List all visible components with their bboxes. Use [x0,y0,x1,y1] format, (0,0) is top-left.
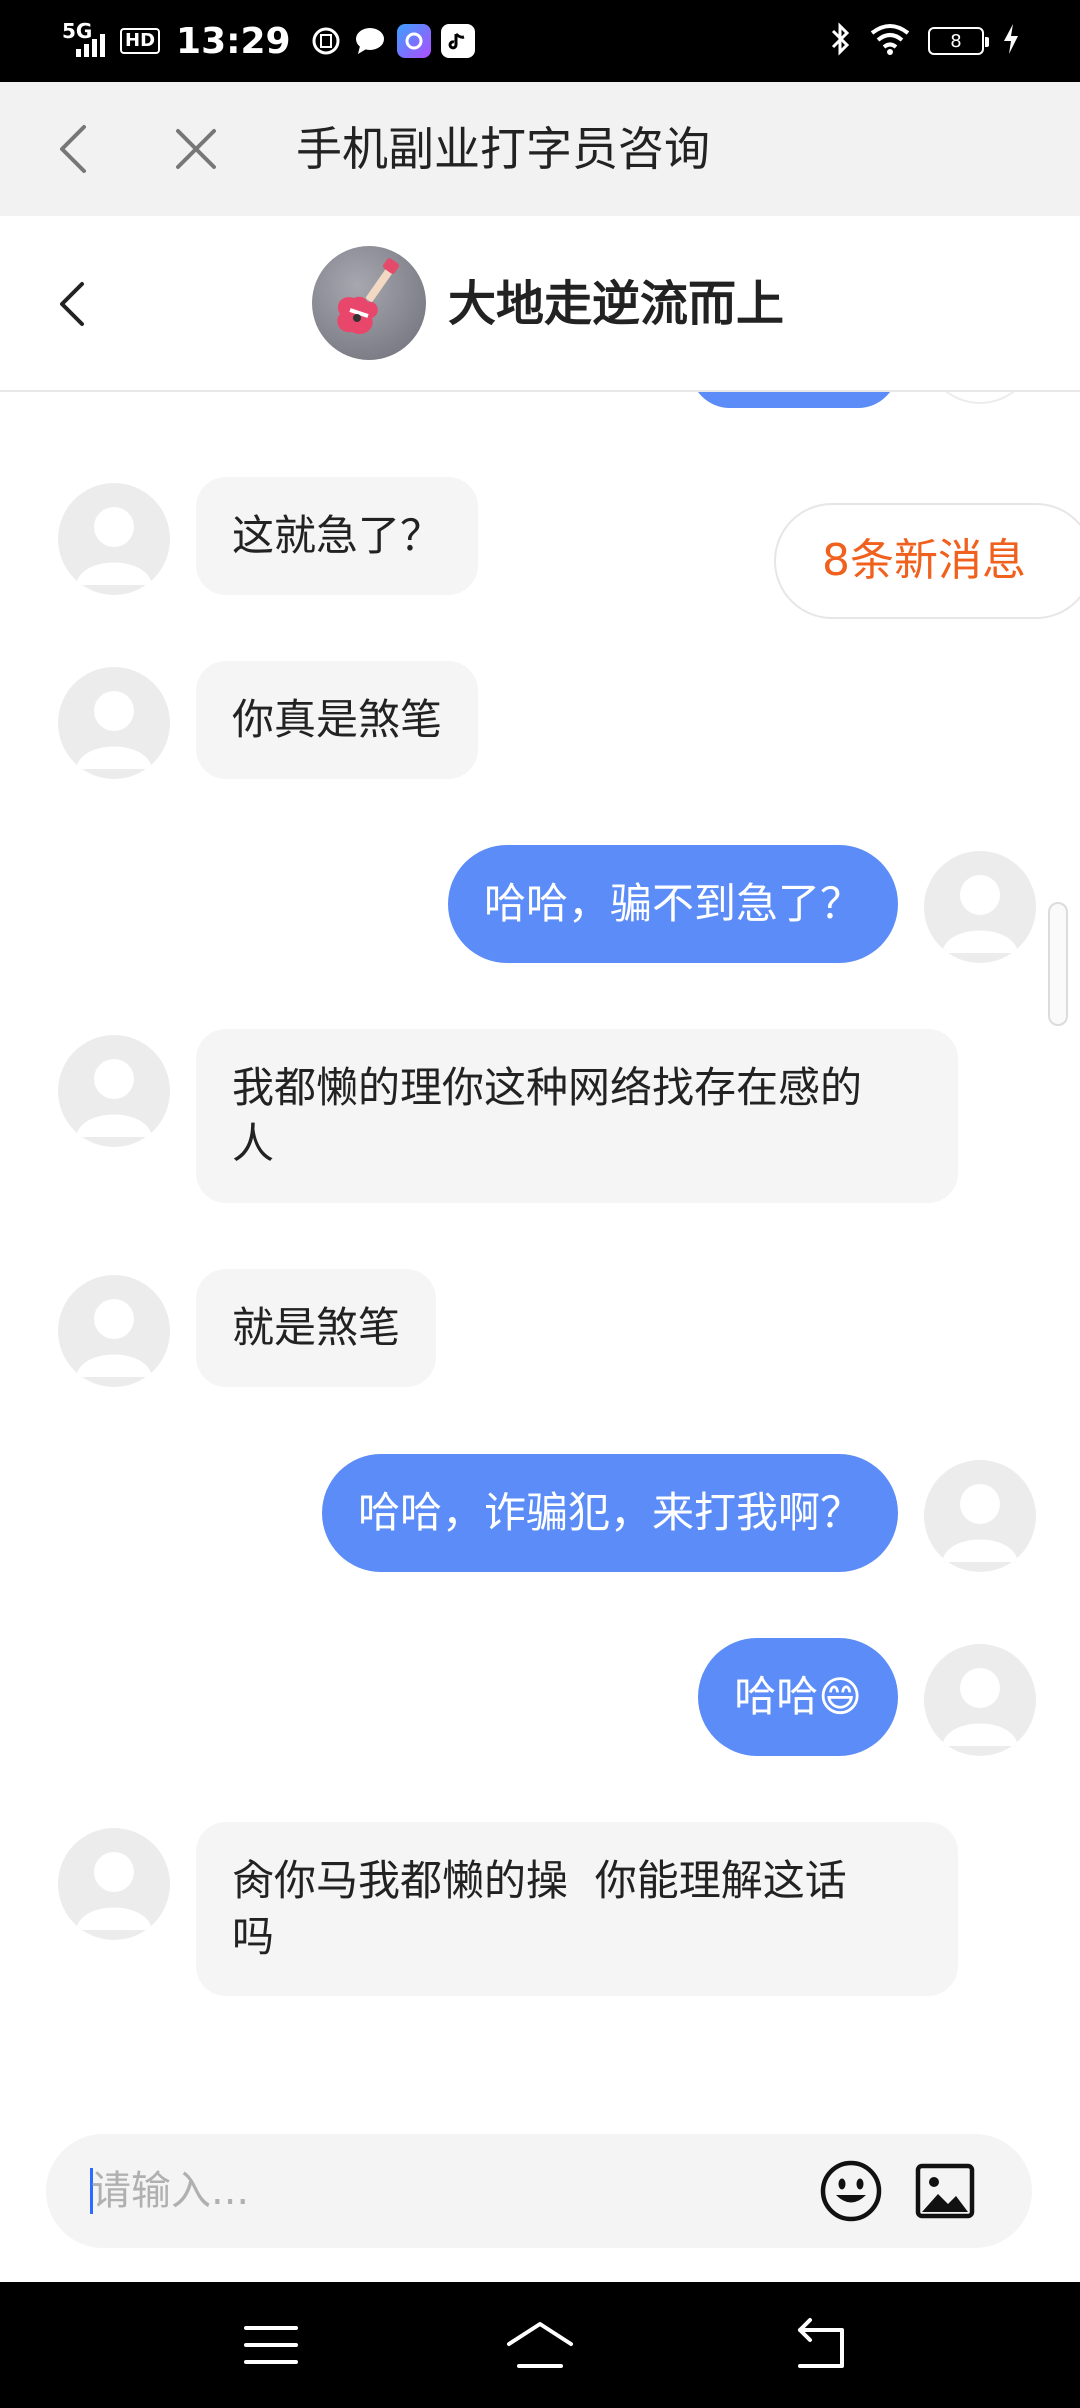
battery-icon: 8 [928,27,989,55]
contact-name: 大地走逆流而上 [448,276,785,332]
message-bubble-incoming[interactable]: 你真是煞笔 [196,661,479,779]
chevron-left-icon [60,125,86,173]
emoji-icon [820,2160,882,2222]
my-avatar[interactable] [924,1644,1036,1756]
message-composer [46,2134,1032,2248]
message-text: 哈哈😄 [734,1672,862,1721]
scrollbar[interactable] [1048,902,1068,1026]
new-messages-button[interactable]: 8条新消息 [774,503,1080,619]
status-right: 8 [830,0,1020,82]
sender-avatar[interactable] [58,1275,170,1387]
back-button[interactable] [786,2308,860,2382]
default-avatar-icon [76,691,152,769]
home-button[interactable] [503,2308,577,2382]
status-time: 13:29 [176,20,291,62]
default-avatar-icon [942,1484,1018,1562]
default-avatar-icon [76,507,152,585]
default-avatar-icon [942,1668,1018,1746]
home-icon [507,2322,573,2368]
default-avatar-icon [942,875,1018,953]
hd-badge: HD [120,28,161,54]
sender-avatar[interactable] [58,483,170,595]
chat-bubble-icon [353,24,387,58]
message-text-line: 我都懒的理你这种网络找存在感的 [232,1063,863,1112]
message-bubble-incoming[interactable]: 这就急了？ [196,477,479,595]
contact-avatar[interactable] [312,246,426,360]
emoji-button[interactable] [818,2158,884,2224]
partial-avatar [924,392,1036,404]
wifi-icon [870,23,910,59]
message-bubble-outgoing[interactable]: 哈哈，诈骗犯，来打我啊？ [321,1454,898,1572]
sender-avatar[interactable] [58,1035,170,1147]
music-app-icon [440,24,475,58]
message-text: 哈哈，诈骗犯，来打我啊？ [357,1488,862,1537]
menu-button[interactable] [234,2308,308,2382]
message-bubble-incoming[interactable]: 就是煞笔 [196,1269,437,1387]
charging-icon [1002,22,1020,60]
chat-header: 大地走逆流而上 [0,216,1080,392]
browser-close-button[interactable] [164,117,228,181]
message-text: 这就急了？ [232,511,443,560]
message-bubble-incoming[interactable]: 肏你马我都懒的操 你能理解这话 吗 [196,1822,958,1996]
message-text-line: 吗 [232,1912,275,1961]
sender-avatar[interactable] [58,667,170,779]
default-avatar-icon [76,1852,152,1930]
message-text-line: 肏你马我都懒的操 你能理解这话 [232,1856,847,1905]
my-avatar[interactable] [924,851,1036,963]
message-text: 你真是煞笔 [232,695,443,744]
battery-level: 8 [950,30,962,52]
message-list[interactable]: 这就急了？ 8条新消息 你真是煞笔 哈哈，骗不到急了？ 我都懒的理你这种网络找存… [0,392,1080,2102]
bluetooth-icon [830,22,852,60]
message-text-line: 人 [232,1119,275,1168]
default-avatar-icon [76,1299,152,1377]
message-bubble-incoming[interactable]: 我都懒的理你这种网络找存在感的 人 [196,1029,958,1203]
message-text: 就是煞笔 [232,1303,401,1352]
system-nav-bar [0,2282,1080,2408]
chat-back-button[interactable] [44,272,108,336]
browser-back-button[interactable] [44,117,108,181]
status-bar: 5G HD 13:29 8 [0,0,1080,82]
image-button[interactable] [912,2158,978,2224]
app-notification-icon [309,24,343,58]
browser-title: 手机副业打字员咨询 [296,122,710,176]
camera-app-icon [396,24,431,58]
browser-bar: 手机副业打字员咨询 [0,82,1080,216]
default-avatar-icon [76,1059,152,1137]
close-icon [176,129,216,169]
my-avatar[interactable] [924,1460,1036,1572]
chevron-left-icon [60,282,84,326]
message-bubble-outgoing[interactable]: 哈哈，骗不到急了？ [447,845,898,963]
message-text: 哈哈，骗不到急了？ [483,879,862,928]
guitar-icon [337,258,399,335]
status-left: 5G HD 13:29 [62,0,475,82]
partial-outgoing-bubble [690,392,898,408]
back-icon [798,2318,844,2368]
message-input[interactable] [88,2134,788,2248]
image-icon [915,2163,975,2219]
message-bubble-outgoing[interactable]: 哈哈😄 [698,1638,898,1756]
sender-avatar[interactable] [58,1828,170,1940]
menu-icon [244,2326,298,2364]
signal-icon: 5G [62,21,110,61]
